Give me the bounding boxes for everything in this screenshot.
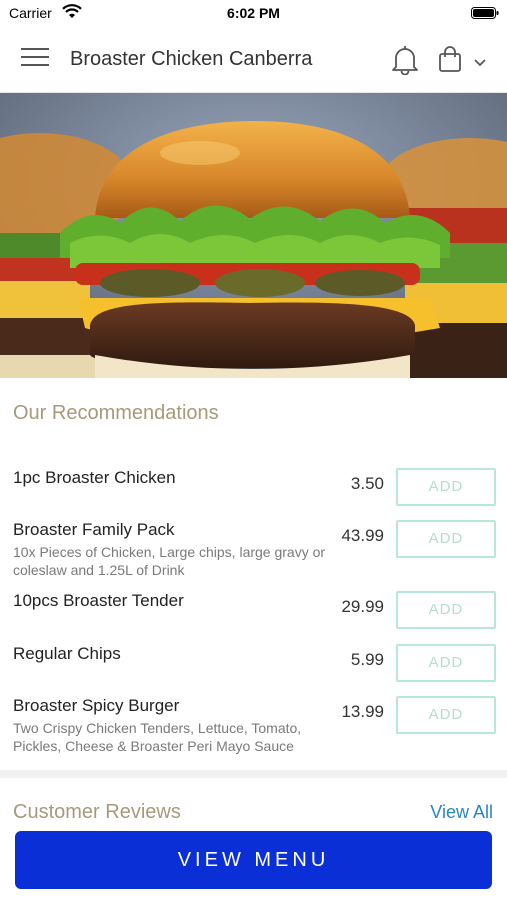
page-title: Broaster Chicken Canberra <box>70 48 313 70</box>
item-price: 29.99 <box>341 597 384 616</box>
view-menu-button[interactable]: VIEW MENU <box>15 831 492 889</box>
status-time: 6:02 PM <box>227 5 280 21</box>
item-description: 10x Pieces of Chicken, Large chips, larg… <box>13 544 326 578</box>
item-description: Two Crispy Chicken Tenders, Lettuce, Tom… <box>13 720 302 754</box>
item-name: Regular Chips <box>13 644 121 663</box>
item-name: 10pcs Broaster Tender <box>13 591 184 610</box>
battery-icon <box>471 6 499 19</box>
item-name: Broaster Family Pack <box>13 520 175 539</box>
recommendations-title: Our Recommendations <box>13 402 219 424</box>
view-all-link[interactable]: View All <box>430 802 493 823</box>
add-button[interactable]: ADD <box>396 520 496 558</box>
section-divider <box>0 770 507 778</box>
hero-image <box>0 93 507 378</box>
chevron-down-icon[interactable] <box>472 56 488 68</box>
item-name: 1pc Broaster Chicken <box>13 468 176 487</box>
item-price: 3.50 <box>350 474 384 493</box>
add-button[interactable]: ADD <box>396 591 496 629</box>
item-price: 5.99 <box>350 650 384 669</box>
hamburger-menu-icon[interactable] <box>21 48 49 70</box>
shopping-bag-icon[interactable] <box>438 45 462 73</box>
item-price: 13.99 <box>341 702 384 721</box>
item-name: Broaster Spicy Burger <box>13 696 180 715</box>
reviews-title: Customer Reviews <box>13 801 181 823</box>
add-button[interactable]: ADD <box>396 644 496 682</box>
status-bar: Carrier 6:02 PM <box>0 0 507 26</box>
add-button[interactable]: ADD <box>396 468 496 506</box>
add-button[interactable]: ADD <box>396 696 496 734</box>
app-header: Broaster Chicken Canberra <box>0 26 507 93</box>
bell-icon[interactable] <box>390 43 420 76</box>
item-price: 43.99 <box>341 526 384 545</box>
